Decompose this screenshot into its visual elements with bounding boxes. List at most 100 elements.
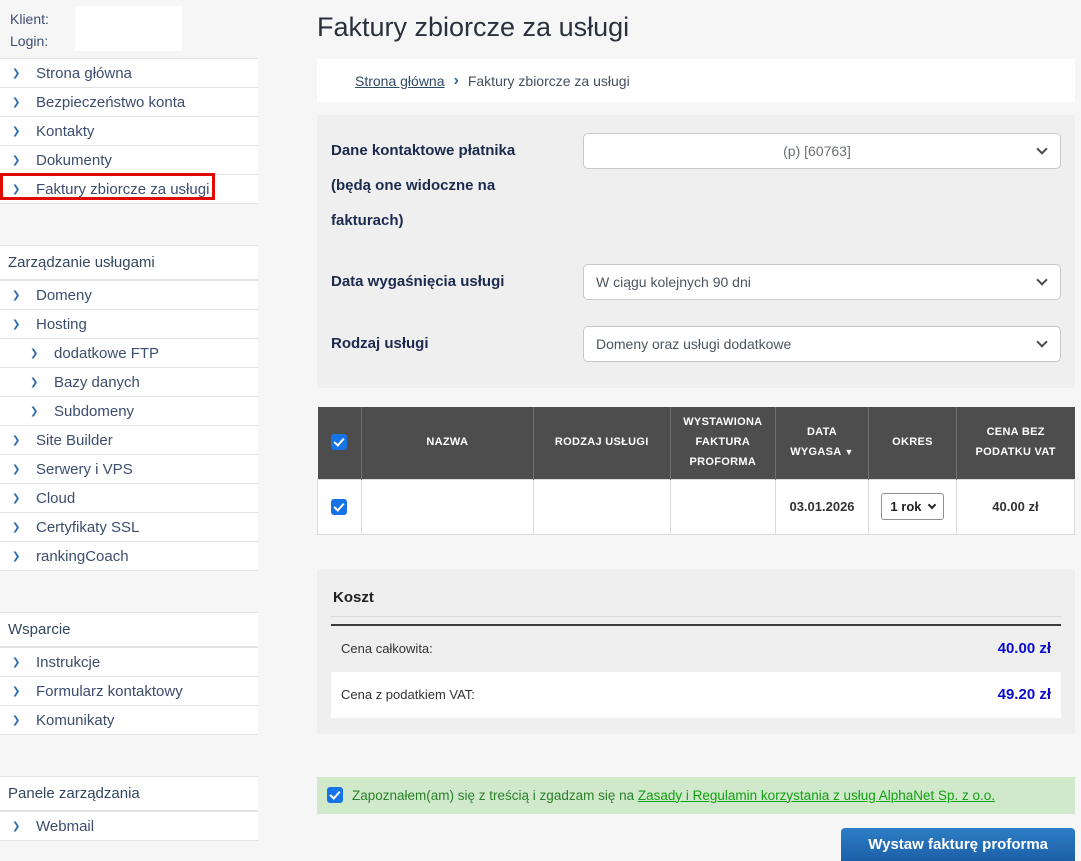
platnik-select-value: (p) [60763] [596, 143, 1038, 159]
filters-panel: Dane kontaktowe płatnika (będą one widoc… [317, 115, 1075, 388]
sidebar-item-certyfikaty-ssl[interactable]: ❯ Certyfikaty SSL [0, 513, 258, 542]
cell-rodzaj-uslugi [533, 479, 670, 534]
chevron-right-icon: ❯ [12, 97, 36, 108]
cost-row-total-gross: Cena z podatkiem VAT: 49.20 zł [331, 672, 1061, 718]
section-title-panele: Panele zarządzania [0, 776, 258, 811]
rodzaj-uslugi-select[interactable]: Domeny oraz usługi dodatkowe [583, 326, 1061, 362]
terms-text: Zapoznałem(am) się z treścią i zgadzam s… [352, 788, 995, 803]
chevron-right-icon: ❯ [12, 435, 36, 446]
cost-title: Koszt [331, 585, 1061, 617]
sidebar-item-rankingcoach[interactable]: ❯ rankingCoach [0, 542, 258, 571]
client-login-value-box[interactable] [75, 6, 182, 51]
header-cell-data-wygasa[interactable]: DATA WYGASA▼ [775, 407, 868, 479]
data-wygasniecia-select-value: W ciągu kolejnych 90 dni [596, 274, 1038, 290]
sidebar-item-site-builder[interactable]: ❯ Site Builder [0, 426, 258, 455]
sidebar-support-menu: ❯ Instrukcje ❯ Formularz kontaktowy ❯ Ko… [0, 647, 258, 735]
header-cell-rodzaj-uslugi[interactable]: RODZAJ USŁUGI [533, 407, 670, 479]
data-wygasniecia-select[interactable]: W ciągu kolejnych 90 dni [583, 264, 1061, 300]
chevron-right-icon: ❯ [12, 657, 36, 668]
cell-select [318, 479, 362, 534]
header-cell-cena[interactable]: CENA BEZ PODATKU VAT [956, 407, 1074, 479]
chevron-right-icon: ❯ [12, 686, 36, 697]
header-cell-nazwa[interactable]: NAZWA [361, 407, 533, 479]
header-cell-select-all [318, 407, 362, 479]
sidebar-item-webmail[interactable]: ❯ Webmail [0, 812, 258, 841]
sidebar-item-subdomeny[interactable]: ❯ Subdomeny [0, 397, 258, 426]
rodzaj-uslugi-select-value: Domeny oraz usługi dodatkowe [596, 336, 1038, 352]
sidebar: Klient: Login: ❯ Strona główna ❯ Bezpiec… [0, 0, 258, 841]
header-cell-faktura-proforma[interactable]: WYSTAWIONA FAKTURA PROFORMA [670, 407, 775, 479]
sidebar-item-faktury-zbiorcze[interactable]: ❯ Faktury zbiorcze za usługi [0, 175, 258, 204]
main-content: Faktury zbiorcze za usługi Strona główna… [317, 0, 1075, 861]
terms-checkbox[interactable] [327, 787, 343, 803]
sidebar-top-menu: ❯ Strona główna ❯ Bezpieczeństwo konta ❯… [0, 58, 258, 204]
chevron-right-icon: ❯ [12, 493, 36, 504]
sidebar-item-strona-glowna[interactable]: ❯ Strona główna [0, 59, 258, 88]
table-header-row: NAZWA RODZAJ USŁUGI WYSTAWIONA FAKTURA P… [318, 407, 1075, 479]
sort-desc-icon: ▼ [845, 447, 854, 457]
cost-value: 40.00 zł [998, 640, 1051, 657]
platnik-select[interactable]: (p) [60763] [583, 133, 1061, 169]
cell-nazwa [361, 479, 533, 534]
chevron-down-icon [1036, 336, 1047, 347]
cell-faktura-proforma [670, 479, 775, 534]
chevron-right-icon: ❯ [12, 319, 36, 330]
chevron-right-icon: ❯ [12, 68, 36, 79]
breadcrumb-separator-icon: › [454, 72, 459, 90]
sidebar-item-serwery-vps[interactable]: ❯ Serwery i VPS [0, 455, 258, 484]
chevron-right-icon: ❯ [30, 377, 54, 388]
chevron-right-icon: ❯ [12, 821, 36, 832]
chevron-right-icon: ❯ [12, 184, 36, 195]
sidebar-item-dodatkowe-ftp[interactable]: ❯ dodatkowe FTP [0, 339, 258, 368]
sidebar-item-formularz-kontaktowy[interactable]: ❯ Formularz kontaktowy [0, 677, 258, 706]
services-table: NAZWA RODZAJ USŁUGI WYSTAWIONA FAKTURA P… [317, 407, 1075, 535]
chevron-right-icon: ❯ [12, 522, 36, 533]
sidebar-services-menu: ❯ Domeny ❯ Hosting ❯ dodatkowe FTP ❯ Baz… [0, 280, 258, 571]
chevron-right-icon: ❯ [12, 551, 36, 562]
section-title-wsparcie: Wsparcie [0, 612, 258, 647]
cost-label: Cena z podatkiem VAT: [341, 687, 475, 702]
chevron-right-icon: ❯ [30, 348, 54, 359]
platnik-label: Dane kontaktowe płatnika (będą one widoc… [331, 133, 546, 238]
breadcrumb-home-link[interactable]: Strona główna [355, 73, 445, 89]
sidebar-item-hosting[interactable]: ❯ Hosting [0, 310, 258, 339]
chevron-down-icon [1036, 274, 1047, 285]
chevron-down-icon [927, 501, 935, 509]
service-row: 03.01.2026 1 rok 40.00 zł [318, 479, 1075, 534]
cell-data-wygasa: 03.01.2026 [775, 479, 868, 534]
sidebar-item-instrukcje[interactable]: ❯ Instrukcje [0, 648, 258, 677]
filter-row-rodzaj-uslugi: Rodzaj usługi Domeny oraz usługi dodatko… [331, 326, 1061, 362]
sidebar-item-kontakty[interactable]: ❯ Kontakty [0, 117, 258, 146]
sidebar-panels-menu: ❯ Webmail [0, 811, 258, 841]
submit-proforma-button[interactable]: Wystaw fakturę proforma [841, 828, 1075, 861]
cost-rows: Cena całkowita: 40.00 zł Cena z podatkie… [331, 624, 1061, 718]
sidebar-item-bazy-danych[interactable]: ❯ Bazy danych [0, 368, 258, 397]
actions-bar: Wystaw fakturę proforma [317, 828, 1075, 861]
chevron-right-icon: ❯ [30, 406, 54, 417]
terms-link[interactable]: Zasady i Regulamin korzystania z usług A… [638, 788, 995, 803]
chevron-right-icon: ❯ [12, 126, 36, 137]
chevron-right-icon: ❯ [12, 155, 36, 166]
chevron-right-icon: ❯ [12, 290, 36, 301]
rodzaj-uslugi-label: Rodzaj usługi [331, 326, 546, 362]
header-cell-okres[interactable]: OKRES [869, 407, 957, 479]
chevron-down-icon [1036, 143, 1047, 154]
okres-select[interactable]: 1 rok [881, 493, 943, 520]
cost-label: Cena całkowita: [341, 641, 433, 656]
sidebar-item-bezpieczenstwo-konta[interactable]: ❯ Bezpieczeństwo konta [0, 88, 258, 117]
sidebar-item-komunikaty[interactable]: ❯ Komunikaty [0, 706, 258, 735]
client-info: Klient: Login: [0, 0, 258, 58]
cell-cena: 40.00 zł [956, 479, 1074, 534]
sidebar-item-dokumenty[interactable]: ❯ Dokumenty [0, 146, 258, 175]
sidebar-item-domeny[interactable]: ❯ Domeny [0, 281, 258, 310]
cell-okres: 1 rok [869, 479, 957, 534]
select-all-checkbox[interactable] [331, 434, 347, 450]
data-wygasniecia-label: Data wygaśnięcia usługi [331, 264, 546, 300]
filter-row-data-wygasniecia: Data wygaśnięcia usługi W ciągu kolejnyc… [331, 264, 1061, 300]
page-title: Faktury zbiorcze za usługi [317, 12, 1075, 43]
section-title-zarzadzanie: Zarządzanie usługami [0, 245, 258, 280]
breadcrumb-current: Faktury zbiorcze za usługi [468, 73, 630, 89]
sidebar-item-cloud[interactable]: ❯ Cloud [0, 484, 258, 513]
row-checkbox[interactable] [331, 499, 347, 515]
chevron-right-icon: ❯ [12, 464, 36, 475]
